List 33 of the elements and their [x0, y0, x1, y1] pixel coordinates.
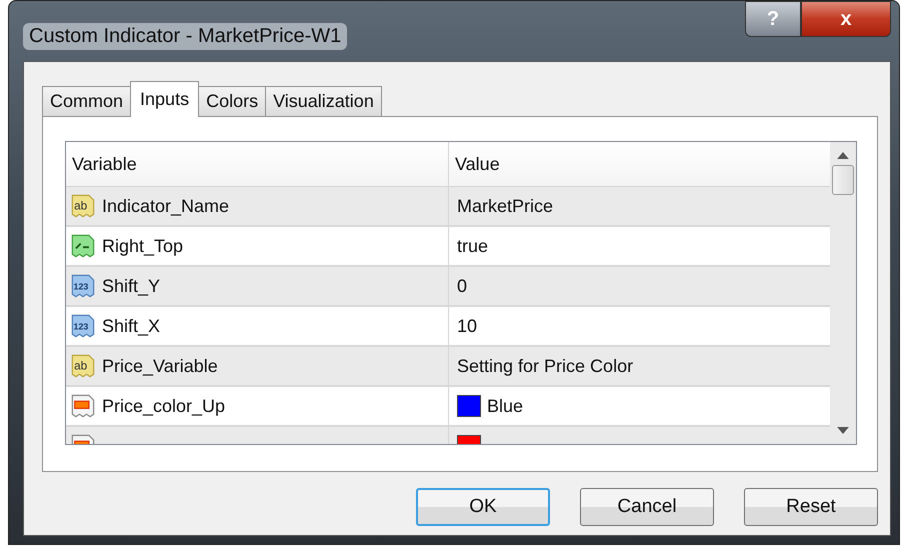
bool-type-icon [70, 233, 96, 259]
scroll-up-icon[interactable] [837, 152, 849, 159]
variable-name: Shift_X [102, 316, 160, 336]
dialog-button[interactable]: Reset [744, 488, 878, 526]
scroll-thumb[interactable] [832, 165, 854, 195]
int-type-icon: 123 [70, 313, 96, 339]
variable-name: Indicator_Name [102, 196, 230, 216]
dialog-button[interactable]: OK [416, 488, 550, 526]
variable-value[interactable]: MarketPrice [457, 196, 554, 216]
tab[interactable]: Colors [198, 86, 266, 116]
scrollbar[interactable] [830, 142, 856, 444]
string-type-icon: ab [70, 353, 96, 379]
close-button[interactable]: x [801, 1, 891, 37]
variable-name: Price_Variable [102, 356, 218, 376]
window-title: Custom Indicator - MarketPrice-W1 [23, 23, 348, 50]
variable-name: Shift_Y [102, 276, 160, 296]
tab[interactable]: Visualization [265, 86, 382, 116]
dialog-button[interactable]: Cancel [580, 488, 714, 526]
column-header[interactable]: Value [449, 142, 830, 186]
tab[interactable]: Inputs [130, 81, 200, 117]
color-type-icon [70, 393, 96, 419]
tab[interactable]: Common [42, 86, 132, 116]
column-header[interactable]: Variable [66, 142, 449, 186]
variable-value[interactable]: 0 [457, 276, 468, 296]
variable-name: Right_Top [102, 236, 184, 256]
int-type-icon: 123 [70, 273, 96, 299]
string-type-icon: ab [70, 193, 96, 219]
variable-value[interactable]: true [457, 236, 488, 256]
variable-value[interactable]: Setting for Price Color [457, 356, 634, 376]
variable-name: Price_color_Up [102, 396, 226, 416]
scroll-down-icon[interactable] [837, 427, 849, 434]
variable-value[interactable]: 10 [457, 316, 478, 336]
variable-value[interactable]: Blue [487, 396, 524, 416]
